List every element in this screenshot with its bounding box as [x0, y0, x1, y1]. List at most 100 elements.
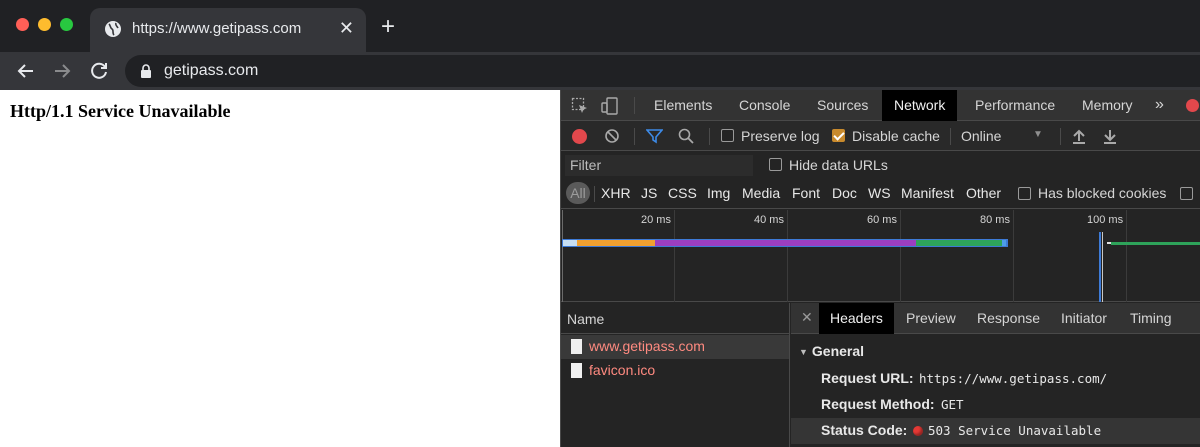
tab-title: https://www.getipass.com: [132, 20, 302, 37]
record-icon[interactable]: [572, 129, 587, 144]
tick-label: 80 ms: [980, 214, 1010, 226]
close-window-button[interactable]: [16, 18, 29, 31]
document-icon: [571, 339, 582, 354]
reload-icon[interactable]: [86, 58, 112, 84]
request-method-value[interactable]: GET: [941, 397, 964, 412]
grid-line: [900, 210, 901, 302]
tick-label: 60 ms: [867, 214, 897, 226]
tab-network[interactable]: Network: [882, 90, 958, 121]
status-code-row: Status Code: 503 Service Unavailable: [791, 418, 1200, 444]
status-code-value[interactable]: 503 Service Unavailable: [913, 423, 1101, 438]
tab-strip: https://www.getipass.com ✕ +: [0, 0, 1200, 52]
clear-icon[interactable]: [604, 128, 620, 144]
type-other[interactable]: Other: [966, 185, 1001, 201]
import-har-icon[interactable]: [1072, 128, 1086, 144]
filter-placeholder: Filter: [570, 157, 602, 173]
filter-bar: Filter Hide data URLs: [561, 151, 1200, 179]
general-section-toggle[interactable]: ▼ General: [799, 343, 864, 359]
tab-response[interactable]: Response: [966, 303, 1051, 334]
disable-cache-checkbox[interactable]: [832, 129, 845, 142]
tab-elements[interactable]: Elements: [642, 90, 724, 121]
tab-console[interactable]: Console: [727, 90, 802, 121]
page-viewport: Http/1.1 Service Unavailable: [0, 90, 560, 447]
resource-type-filter: All XHR JS CSS Img Media Font Doc WS Man…: [561, 179, 1200, 209]
chevron-down-icon[interactable]: ▼: [1033, 129, 1043, 140]
new-tab-button[interactable]: +: [381, 14, 395, 40]
blocked-requests-checkbox[interactable]: [1180, 187, 1193, 200]
tab-sources[interactable]: Sources: [805, 90, 880, 121]
request-list: Name www.getipass.com favicon.ico: [561, 303, 790, 447]
maximize-window-button[interactable]: [60, 18, 73, 31]
error-count-icon[interactable]: [1186, 99, 1199, 112]
tab-timing[interactable]: Timing: [1119, 303, 1183, 334]
more-tabs-icon[interactable]: »: [1155, 96, 1164, 114]
address-text[interactable]: getipass.com: [164, 62, 258, 80]
inspect-element-icon[interactable]: [571, 97, 589, 115]
tick-label: 40 ms: [754, 214, 784, 226]
device-toolbar-icon[interactable]: [601, 97, 619, 115]
type-js[interactable]: JS: [641, 185, 657, 201]
tab-initiator[interactable]: Initiator: [1050, 303, 1118, 334]
type-css[interactable]: CSS: [668, 185, 697, 201]
page-heading: Http/1.1 Service Unavailable: [10, 101, 231, 121]
throttling-select[interactable]: Online: [961, 128, 1001, 144]
address-bar[interactable]: getipass.com: [125, 55, 1200, 87]
type-all[interactable]: All: [566, 182, 590, 204]
hide-data-urls-checkbox[interactable]: [769, 158, 782, 171]
preserve-log-label[interactable]: Preserve log: [741, 128, 820, 144]
status-code-text: 503 Service Unavailable: [928, 423, 1102, 438]
blocked-cookies-label[interactable]: Has blocked cookies: [1038, 185, 1166, 201]
blocked-cookies-checkbox[interactable]: [1018, 187, 1031, 200]
forward-icon[interactable]: [49, 58, 75, 84]
minimize-window-button[interactable]: [38, 18, 51, 31]
network-overview[interactable]: 20 ms 40 ms 60 ms 80 ms 100 ms: [561, 210, 1200, 302]
type-xhr[interactable]: XHR: [601, 185, 631, 201]
type-media[interactable]: Media: [742, 185, 780, 201]
name-column-header[interactable]: Name: [561, 303, 789, 334]
type-doc[interactable]: Doc: [832, 185, 857, 201]
tick-label: 100 ms: [1087, 214, 1124, 226]
close-detail-icon[interactable]: ✕: [801, 309, 813, 326]
filter-input[interactable]: Filter: [565, 155, 753, 176]
disable-cache-label[interactable]: Disable cache: [852, 128, 940, 144]
tick-label: 20 ms: [641, 214, 671, 226]
type-ws[interactable]: WS: [868, 185, 891, 201]
grid-line: [562, 210, 563, 302]
network-toolbar: Preserve log Disable cache Online ▼: [561, 121, 1200, 151]
request-method-row: Request Method: GET: [791, 392, 1200, 418]
favicon-bar-waiting: [1111, 242, 1200, 245]
devtools-tab-bar: Elements Console Sources Network Perform…: [561, 90, 1200, 121]
request-method-label: Request Method:: [821, 396, 935, 412]
filter-icon[interactable]: [646, 128, 663, 144]
type-font[interactable]: Font: [792, 185, 820, 201]
request-url-value[interactable]: https://www.getipass.com/: [919, 371, 1107, 386]
request-row[interactable]: www.getipass.com: [561, 335, 789, 359]
request-bar-queueing: [563, 240, 577, 246]
browser-tab[interactable]: https://www.getipass.com ✕: [90, 8, 366, 52]
tab-preview[interactable]: Preview: [895, 303, 967, 334]
back-icon[interactable]: [13, 58, 39, 84]
request-url-label: Request URL:: [821, 370, 914, 386]
triangle-down-icon: ▼: [799, 347, 808, 357]
search-icon[interactable]: [678, 128, 694, 144]
request-row[interactable]: favicon.ico: [561, 359, 789, 383]
type-img[interactable]: Img: [707, 185, 730, 201]
tab-memory[interactable]: Memory: [1070, 90, 1145, 121]
grid-line: [1013, 210, 1014, 302]
export-har-icon[interactable]: [1103, 128, 1117, 144]
tab-headers[interactable]: Headers: [819, 303, 894, 334]
close-tab-icon[interactable]: ✕: [339, 17, 354, 39]
grid-line: [787, 210, 788, 302]
lock-icon[interactable]: [140, 64, 152, 78]
tab-performance[interactable]: Performance: [963, 90, 1067, 121]
globe-icon: [105, 21, 121, 37]
dom-content-loaded-line: [1099, 232, 1101, 302]
divider: [634, 128, 635, 145]
divider: [634, 97, 635, 114]
hide-data-urls-label[interactable]: Hide data URLs: [789, 157, 888, 173]
divider: [594, 186, 595, 202]
preserve-log-checkbox[interactable]: [721, 129, 734, 142]
divider: [950, 128, 951, 145]
type-manifest[interactable]: Manifest: [901, 185, 954, 201]
request-bar-download: [1002, 240, 1006, 246]
